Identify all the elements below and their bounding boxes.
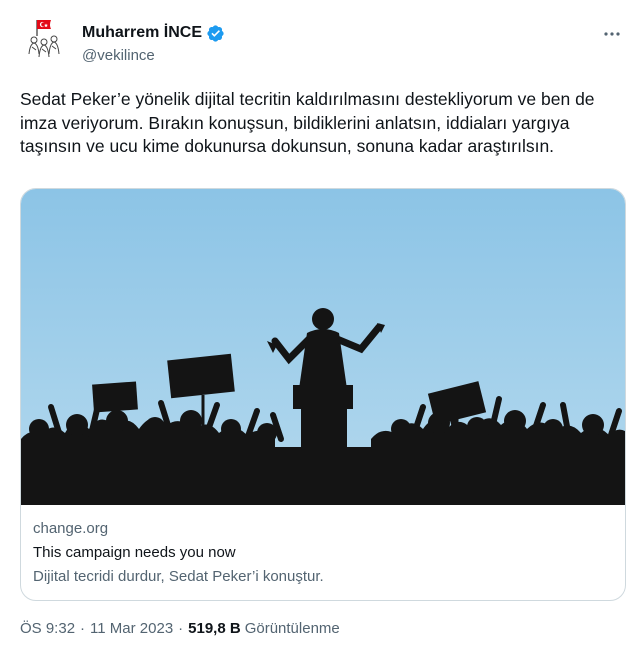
avatar[interactable] bbox=[20, 14, 68, 62]
tweet-header: Muharrem İNCE @vekilince bbox=[20, 14, 626, 76]
handle[interactable]: @vekilince bbox=[82, 47, 225, 64]
card-meta[interactable]: change.org This campaign needs you now D… bbox=[33, 519, 324, 587]
card-domain[interactable]: change.org bbox=[33, 519, 324, 539]
separator: · bbox=[178, 620, 184, 637]
card-image[interactable] bbox=[21, 189, 625, 505]
verified-badge-icon[interactable] bbox=[206, 24, 225, 43]
tweet-footer: ÖS 9:32 · 11 Mar 2023 · 519,8 B Görüntül… bbox=[20, 620, 340, 637]
views-count[interactable]: 519,8 B bbox=[188, 620, 241, 637]
tweet-date[interactable]: 11 Mar 2023 bbox=[90, 620, 173, 637]
tweet: Muharrem İNCE @vekilince Sedat Peker’e y… bbox=[0, 0, 640, 650]
flag-seal-icon bbox=[20, 14, 68, 62]
author-names: Muharrem İNCE @vekilince bbox=[82, 22, 225, 64]
display-name[interactable]: Muharrem İNCE bbox=[82, 24, 202, 42]
card-description[interactable]: Dijital tecridi durdur, Sedat Peker’i ko… bbox=[33, 567, 324, 587]
views-label[interactable]: Görüntülenme bbox=[245, 620, 340, 637]
separator: · bbox=[80, 620, 86, 637]
tweet-text: Sedat Peker’e yönelik dijital tecritin k… bbox=[20, 89, 595, 156]
tweet-time[interactable]: ÖS 9:32 bbox=[20, 620, 75, 637]
display-name-row: Muharrem İNCE bbox=[82, 22, 225, 44]
link-card[interactable]: change.org This campaign needs you now D… bbox=[20, 188, 626, 601]
ellipsis-icon bbox=[604, 32, 620, 36]
card-title[interactable]: This campaign needs you now bbox=[33, 543, 324, 563]
more-options-button[interactable] bbox=[598, 20, 626, 48]
